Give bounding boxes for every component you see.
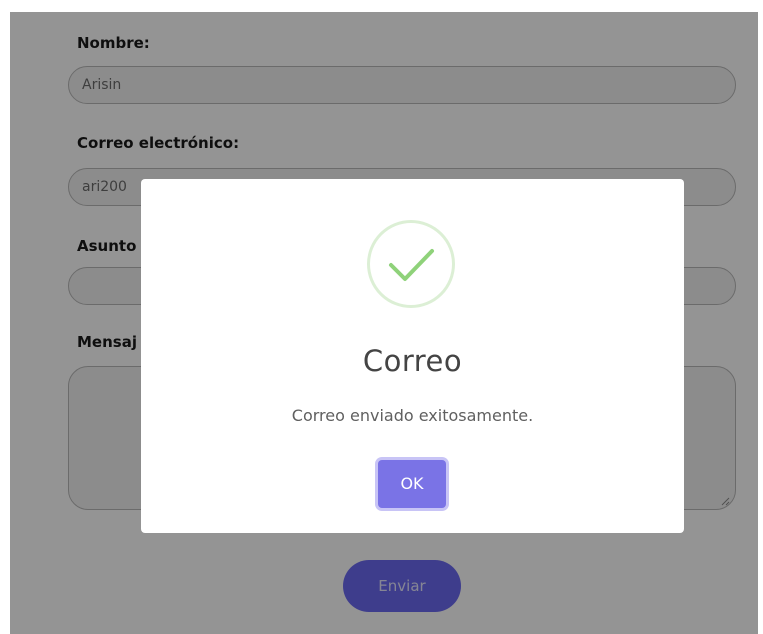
page: Nombre: Arisin Correo electrónico: ari20… [10, 12, 758, 634]
dialog-title: Correo [362, 344, 463, 378]
dialog-message: Correo enviado exitosamente. [291, 406, 534, 425]
success-dialog: Correo Correo enviado exitosamente. OK [141, 179, 684, 533]
success-icon-circle [367, 220, 455, 308]
ok-button[interactable]: OK [378, 460, 446, 508]
check-icon [389, 249, 434, 281]
